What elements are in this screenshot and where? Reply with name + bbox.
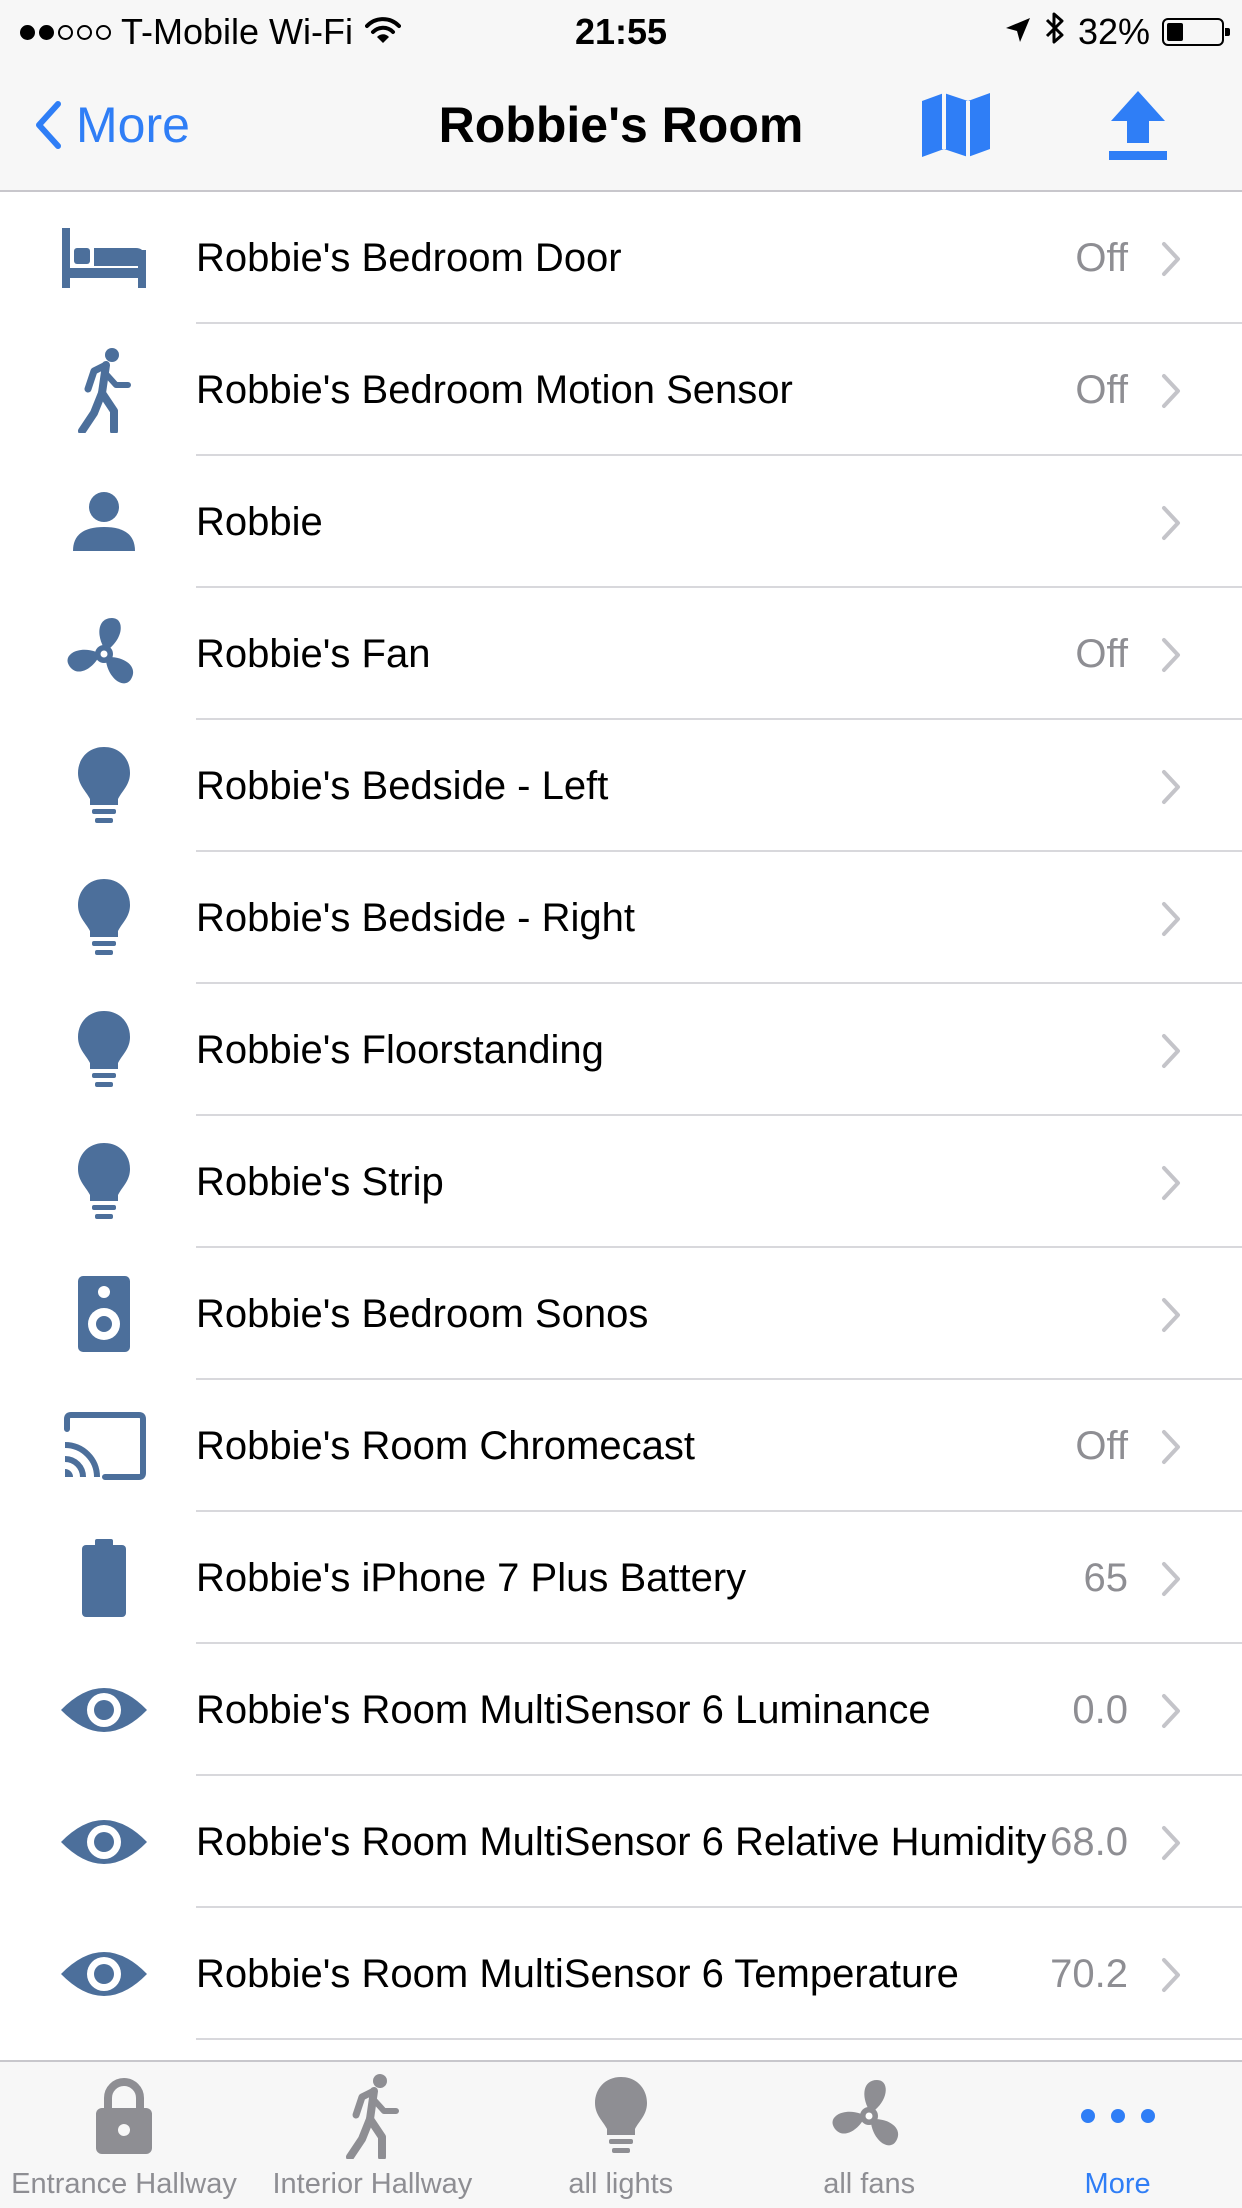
chevron-right-icon bbox=[1160, 505, 1182, 541]
chevron-left-icon bbox=[36, 101, 61, 149]
tab-label: all fans bbox=[823, 2168, 916, 2200]
bed-icon bbox=[56, 218, 152, 298]
walking-person-icon bbox=[248, 2074, 496, 2159]
list-item[interactable]: Robbie's Fan Off bbox=[0, 588, 1242, 720]
list-item[interactable]: Robbie's Room MultiSensor 6 Relative Hum… bbox=[0, 1776, 1242, 1908]
list-item-value: 68.0 bbox=[1050, 1820, 1128, 1864]
list-item-value: 0.0 bbox=[1072, 1688, 1128, 1732]
list-item[interactable]: Robbie bbox=[0, 456, 1242, 588]
lightbulb-icon bbox=[56, 1142, 152, 1222]
battery-status-icon bbox=[1162, 18, 1230, 46]
list-item-label: Robbie's Room Chromecast bbox=[196, 1424, 695, 1468]
tab-entrance-hallway[interactable]: Entrance Hallway bbox=[0, 2062, 248, 2208]
chevron-right-icon bbox=[1160, 1561, 1182, 1597]
chevron-right-icon bbox=[1160, 1165, 1182, 1201]
status-bar: T-Mobile Wi-Fi 21:55 32% bbox=[0, 0, 1242, 62]
list-item-label: Robbie's Bedroom Motion Sensor bbox=[196, 368, 793, 412]
list-item[interactable]: Robbie's Bedside - Left bbox=[0, 720, 1242, 852]
list-item-label: Robbie's Room MultiSensor 6 Relative Hum… bbox=[196, 1820, 1047, 1864]
location-arrow-icon bbox=[1004, 11, 1032, 53]
row-divider bbox=[196, 2038, 1242, 2040]
lock-icon bbox=[0, 2076, 248, 2156]
device-list: Robbie's Bedroom Door Off Robbie's Bedroom… bbox=[0, 192, 1242, 2040]
tab-label: Interior Hallway bbox=[272, 2168, 473, 2200]
tab-bar: Entrance Hallway Interior Hallway all ligh… bbox=[0, 2060, 1242, 2208]
battery-icon bbox=[56, 1538, 152, 1618]
list-item[interactable]: Robbie's Bedroom Sonos bbox=[0, 1248, 1242, 1380]
tab-more[interactable]: More bbox=[994, 2062, 1242, 2208]
tab-all-fans[interactable]: all fans bbox=[745, 2062, 993, 2208]
chevron-right-icon bbox=[1160, 1429, 1182, 1465]
chevron-right-icon bbox=[1160, 373, 1182, 409]
tab-interior-hallway[interactable]: Interior Hallway bbox=[248, 2062, 496, 2208]
list-item[interactable]: Robbie's Floorstanding bbox=[0, 984, 1242, 1116]
lightbulb-icon bbox=[56, 1010, 152, 1090]
bluetooth-icon bbox=[1044, 11, 1066, 54]
eye-icon bbox=[56, 1802, 152, 1882]
list-item[interactable]: Robbie's Room MultiSensor 6 Luminance 0.0 bbox=[0, 1644, 1242, 1776]
list-item[interactable]: Robbie's Bedroom Door Off bbox=[0, 192, 1242, 324]
list-item-label: Robbie's Strip bbox=[196, 1160, 444, 1204]
list-item-value: Off bbox=[1075, 1424, 1128, 1468]
list-item[interactable]: Robbie's Room MultiSensor 6 Temperature 7… bbox=[0, 1908, 1242, 2040]
list-item-label: Robbie's Floorstanding bbox=[196, 1028, 604, 1072]
fan-icon bbox=[56, 614, 152, 694]
list-item-label: Robbie's Room MultiSensor 6 Temperature bbox=[196, 1952, 959, 1996]
list-item[interactable]: Robbie's Bedroom Motion Sensor Off bbox=[0, 324, 1242, 456]
list-item-label: Robbie's Fan bbox=[196, 632, 431, 676]
list-item[interactable]: Robbie's Bedside - Right bbox=[0, 852, 1242, 984]
back-button-label: More bbox=[76, 97, 190, 153]
lightbulb-icon bbox=[497, 2076, 745, 2156]
battery-percent: 32% bbox=[1077, 11, 1150, 52]
speaker-icon bbox=[56, 1274, 152, 1354]
eye-icon bbox=[56, 1934, 152, 2014]
chevron-right-icon bbox=[1160, 1033, 1182, 1069]
list-item-value: Off bbox=[1075, 632, 1128, 676]
fan-icon bbox=[745, 2076, 993, 2156]
list-item-label: Robbie's Room MultiSensor 6 Luminance bbox=[196, 1688, 931, 1732]
list-item-label: Robbie bbox=[196, 500, 323, 544]
tab-label: all lights bbox=[568, 2168, 674, 2200]
chevron-right-icon bbox=[1160, 901, 1182, 937]
list-item[interactable]: Robbie's iPhone 7 Plus Battery 65 bbox=[0, 1512, 1242, 1644]
map-icon bbox=[922, 93, 990, 157]
navigation-bar: More Robbie's Room bbox=[0, 62, 1242, 192]
list-item-label: Robbie's Bedside - Left bbox=[196, 764, 609, 808]
cast-icon bbox=[56, 1406, 152, 1486]
lightbulb-icon bbox=[56, 746, 152, 826]
list-item-label: Robbie's Bedroom Door bbox=[196, 236, 622, 280]
tab-label: Entrance Hallway bbox=[11, 2168, 237, 2200]
tab-label: More bbox=[1084, 2168, 1151, 2200]
person-icon bbox=[56, 482, 152, 562]
map-button[interactable] bbox=[918, 87, 994, 163]
tab-all-lights[interactable]: all lights bbox=[497, 2062, 745, 2208]
upload-button[interactable] bbox=[1105, 87, 1171, 163]
list-item-value: Off bbox=[1075, 368, 1128, 412]
chevron-right-icon bbox=[1160, 241, 1182, 277]
chevron-right-icon bbox=[1160, 1693, 1182, 1729]
list-item-label: Robbie's iPhone 7 Plus Battery bbox=[196, 1556, 747, 1600]
eye-icon bbox=[56, 1670, 152, 1750]
list-item-label: Robbie's Bedside - Right bbox=[196, 896, 635, 940]
chevron-right-icon bbox=[1160, 637, 1182, 673]
chevron-right-icon bbox=[1160, 1297, 1182, 1333]
list-item-value: Off bbox=[1075, 236, 1128, 280]
back-button[interactable]: More bbox=[34, 90, 190, 160]
lightbulb-icon bbox=[56, 878, 152, 958]
list-item-value: 65 bbox=[1083, 1556, 1129, 1600]
chevron-right-icon bbox=[1160, 1957, 1182, 1993]
upload-icon bbox=[1109, 91, 1167, 160]
status-right: 32% bbox=[1004, 8, 1230, 56]
list-item-label: Robbie's Bedroom Sonos bbox=[196, 1292, 649, 1336]
list-item[interactable]: Robbie's Room Chromecast Off bbox=[0, 1380, 1242, 1512]
more-dots-icon bbox=[994, 2076, 1242, 2156]
walking-person-icon bbox=[56, 348, 152, 433]
list-item[interactable]: Robbie's Strip bbox=[0, 1116, 1242, 1248]
chevron-right-icon bbox=[1160, 769, 1182, 805]
list-item-value: 70.2 bbox=[1050, 1952, 1128, 1996]
chevron-right-icon bbox=[1160, 1825, 1182, 1861]
